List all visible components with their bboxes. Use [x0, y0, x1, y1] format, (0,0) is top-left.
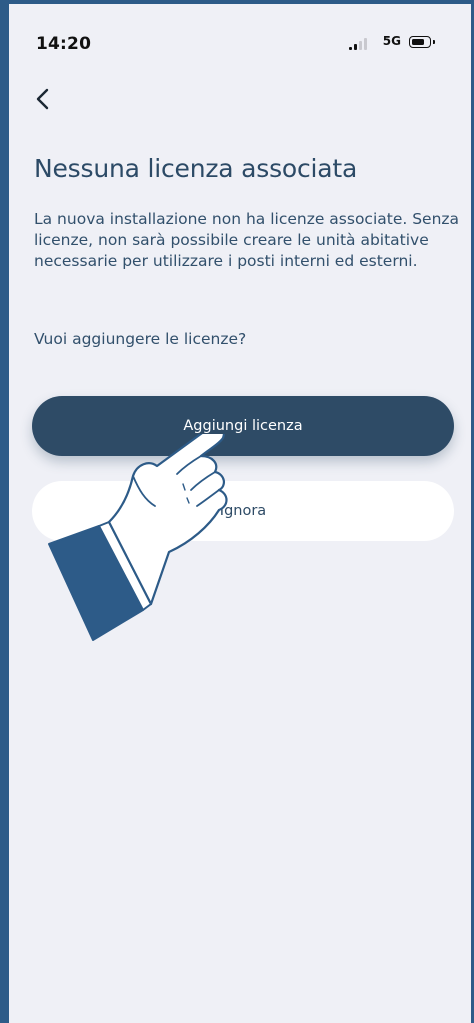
page-title: Nessuna licenza associata [34, 154, 358, 183]
add-license-button[interactable]: Aggiungi licenza [32, 396, 454, 456]
battery-icon [409, 36, 431, 48]
ignore-button[interactable]: Ignora [32, 481, 454, 541]
network-label: 5G [382, 34, 401, 48]
phone-screen: 14:20 5G Nessuna licenza associata La nu… [0, 0, 474, 1023]
status-time: 14:20 [36, 34, 92, 54]
signal-bars-icon [349, 38, 369, 50]
description-text: La nuova installazione non ha licenze as… [34, 210, 460, 270]
status-bar: 14:20 5G [36, 34, 457, 58]
chevron-left-icon [36, 88, 49, 110]
question-text: Vuoi aggiungere le licenze? [34, 330, 247, 348]
battery-tip [433, 40, 435, 44]
back-button[interactable] [27, 82, 61, 116]
